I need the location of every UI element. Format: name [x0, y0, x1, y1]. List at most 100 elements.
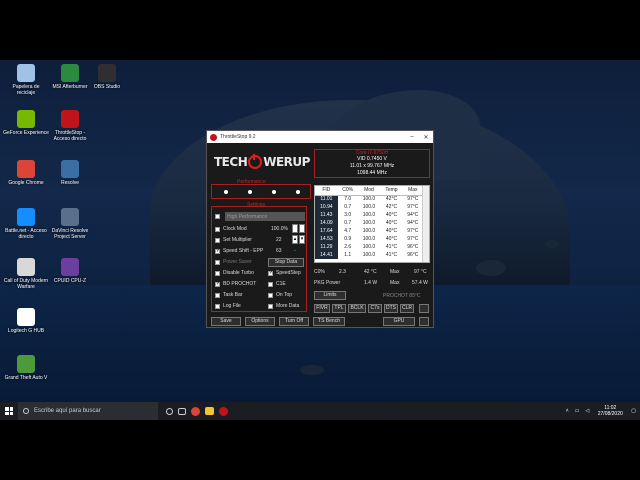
column-header: Temp [380, 186, 403, 196]
clock[interactable]: 11:02 27/08/2020 [595, 405, 625, 417]
ts-bench-button[interactable]: TS Bench [313, 317, 345, 326]
pkg-power-label: PKG Power [314, 280, 341, 286]
throttlestop-taskbar-icon[interactable] [219, 406, 228, 416]
throttlestop-window[interactable]: ThrottleStop 9.2 – ✕ TECH WERUP Performan… [206, 130, 434, 328]
disable-turbo-row[interactable]: Disable Turbo [215, 270, 254, 276]
stop-data-button[interactable]: Stop Data [268, 258, 304, 267]
c1e-checkbox[interactable] [268, 281, 273, 287]
table-cell: 10.94 [315, 203, 338, 211]
vid-readout: VID 0.7450 V [357, 156, 387, 162]
profile-selector[interactable] [211, 184, 311, 199]
more-data-row[interactable]: More Data [268, 303, 299, 309]
tray-arrow-icon[interactable]: ˄ [566, 408, 569, 414]
save-button[interactable]: Save [211, 317, 241, 326]
gpu-button[interactable]: GPU [383, 317, 415, 326]
clock-mod-row[interactable]: Clock Mod [215, 226, 247, 232]
speedstep-checkbox[interactable] [268, 270, 273, 276]
desktop-icon-label: Resolve [60, 180, 80, 186]
clock-mod-spin-down[interactable] [299, 224, 305, 233]
desktop-icon[interactable]: OBS Studio [84, 64, 130, 90]
close-icon[interactable]: ✕ [419, 134, 433, 141]
clock-mod-label: Clock Mod [223, 226, 247, 232]
table-cell: 11.01 [315, 195, 338, 203]
column-header: Max [402, 186, 423, 196]
profile-radio-1[interactable] [224, 190, 228, 194]
desktop-icon[interactable]: ThrottleStop - Acceso directo [47, 110, 93, 142]
set-multiplier-row[interactable]: Set Multiplier [215, 237, 252, 243]
file-explorer-icon[interactable] [205, 407, 214, 415]
more-data-label: More Data [276, 303, 300, 309]
desktop-icon[interactable]: Battle.net - Acceso directo [3, 208, 49, 240]
multiplier-value: 22 [276, 237, 282, 243]
table-scrollbar[interactable] [422, 186, 429, 262]
disable-turbo-checkbox[interactable] [215, 270, 220, 276]
c7s-button[interactable]: C7s [368, 304, 382, 313]
techpowerup-logo: TECH WERUP [214, 153, 310, 171]
set-multiplier-checkbox[interactable] [215, 237, 220, 243]
profile-radio-2[interactable] [248, 190, 252, 194]
table-cell: 40°C [385, 228, 398, 234]
power-saver-row[interactable]: Power Saver [215, 259, 252, 265]
extra-button[interactable] [419, 304, 429, 313]
table-row: 17.64 4.7 100.0 40°C 97°C [315, 227, 423, 235]
log-file-row[interactable]: Log File [215, 303, 241, 309]
multiplier-up-button[interactable]: ▴ [292, 235, 298, 244]
desktop-icon[interactable]: CPUID CPU-Z [47, 258, 93, 284]
power-saver-checkbox[interactable] [215, 259, 220, 265]
minimize-icon[interactable]: – [405, 134, 419, 141]
desktop-icon-label: Grand Theft Auto V [4, 375, 48, 381]
desktop-icon[interactable]: Google Chrome [3, 160, 49, 186]
multiplier-down-button[interactable]: ▾ [299, 235, 305, 244]
table-cell: 41°C [385, 252, 398, 258]
profile-row[interactable] [215, 214, 223, 219]
fivr-button[interactable]: FIVR [314, 304, 330, 313]
extra-button-2[interactable] [419, 317, 429, 326]
c1e-row[interactable]: C1E [268, 281, 286, 287]
table-cell: 94°C [407, 212, 419, 218]
bclk-button[interactable]: BCLK [348, 304, 366, 313]
power-saver-label: Power Saver [223, 259, 252, 265]
options-button[interactable]: Options [245, 317, 275, 326]
cortana-icon[interactable] [166, 407, 173, 415]
desktop-icon[interactable]: Logitech G HUB [3, 308, 49, 334]
on-top-row[interactable]: On Top [268, 292, 292, 298]
column-header: Mod [357, 186, 381, 196]
chrome-taskbar-icon[interactable] [191, 406, 200, 416]
more-data-checkbox[interactable] [268, 303, 273, 309]
profile-name-field[interactable]: High Performance [225, 212, 305, 221]
desktop-icon[interactable]: Call of Duty Modern Warfare [3, 258, 49, 290]
clock-mod-spin-up[interactable] [292, 224, 298, 233]
search-box[interactable]: Escribe aquí para buscar [18, 402, 158, 420]
notifications-icon[interactable]: ▢ [631, 408, 636, 414]
profile-radio-3[interactable] [272, 190, 276, 194]
desktop-icon[interactable]: DaVinci Resolve Project Server [47, 208, 93, 240]
volume-icon[interactable]: ◁ [585, 408, 589, 414]
task-view-icon[interactable] [178, 407, 186, 415]
desktop-icon[interactable]: Grand Theft Auto V [3, 355, 49, 381]
task-bar-row[interactable]: Task Bar [215, 292, 242, 298]
desktop-icon[interactable]: GeForce Experience [3, 110, 49, 136]
bd-prochot-row[interactable]: BD PROCHOT [215, 281, 256, 287]
speed-shift-checkbox[interactable] [215, 248, 220, 254]
start-button[interactable] [0, 402, 18, 420]
limits-button[interactable]: Limits [314, 291, 346, 300]
max-temp-value: 97 °C [414, 269, 427, 275]
profile-radio-4[interactable] [296, 190, 300, 194]
clock-mod-checkbox[interactable] [215, 226, 220, 232]
speedstep-row[interactable]: SpeedStep [268, 270, 301, 276]
turn-off-button[interactable]: Turn Off [279, 317, 309, 326]
desktop-icon[interactable]: Papelera de reciclaje [3, 64, 49, 96]
speed-shift-row[interactable]: Speed Shift - EPP [215, 248, 263, 254]
log-file-checkbox[interactable] [215, 303, 220, 309]
profile-checkbox[interactable] [215, 214, 220, 219]
on-top-checkbox[interactable] [268, 292, 273, 298]
title-bar[interactable]: ThrottleStop 9.2 – ✕ [207, 131, 433, 143]
bd-prochot-checkbox[interactable] [215, 281, 220, 287]
desktop-icon[interactable]: Resolve [47, 160, 93, 186]
network-icon[interactable]: ▭ [575, 408, 580, 414]
table-cell: 100.0 [362, 244, 376, 250]
task-bar-checkbox[interactable] [215, 292, 220, 298]
tpl-button[interactable]: TPL [332, 304, 346, 313]
clr-button[interactable]: CLR [400, 304, 414, 313]
dts-button[interactable]: DTS [384, 304, 398, 313]
